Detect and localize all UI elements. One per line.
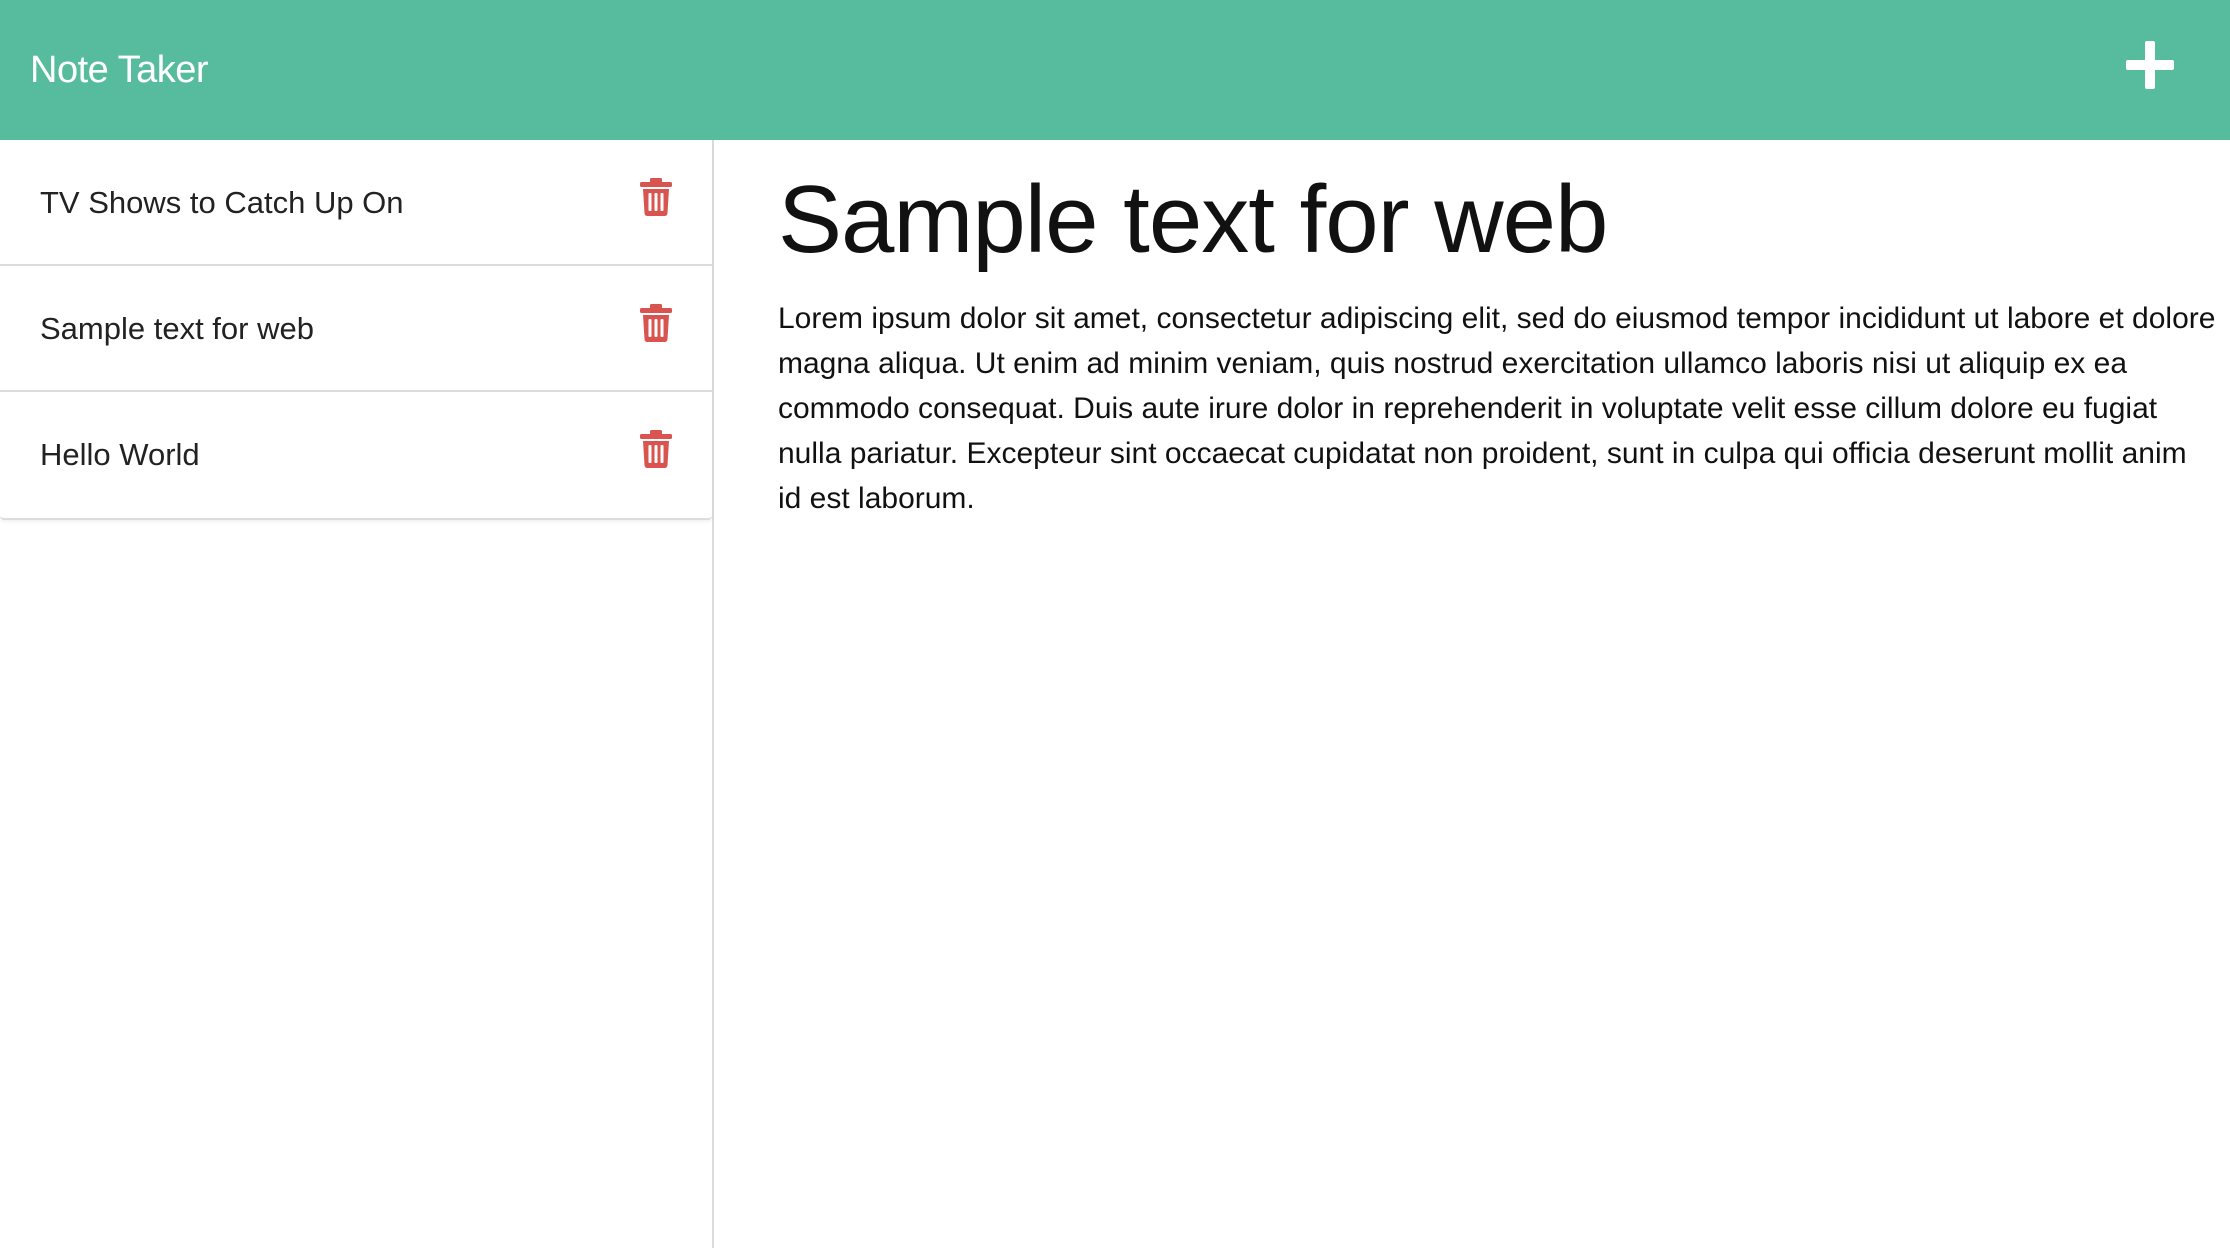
note-textarea[interactable]: Lorem ipsum dolor sit amet, consectetur … xyxy=(778,296,2218,521)
note-list-item[interactable]: TV Shows to Catch Up On xyxy=(0,140,712,266)
brand-title[interactable]: Note Taker xyxy=(30,0,209,140)
note-list-item[interactable]: Hello World xyxy=(0,392,712,518)
trash-icon[interactable] xyxy=(640,304,672,342)
note-list-item-title: TV Shows to Catch Up On xyxy=(40,185,404,220)
note-editor: Sample text for web Lorem ipsum dolor si… xyxy=(716,140,2230,1248)
trash-icon[interactable] xyxy=(640,178,672,216)
trash-icon[interactable] xyxy=(640,430,672,468)
note-list: TV Shows to Catch Up On Sample text for … xyxy=(0,140,712,520)
sidebar: TV Shows to Catch Up On Sample text for … xyxy=(0,140,714,1248)
note-list-item-title: Sample text for web xyxy=(40,311,314,346)
note-list-item[interactable]: Sample text for web xyxy=(0,266,712,392)
add-note-button[interactable] xyxy=(2126,41,2174,89)
navbar: Note Taker xyxy=(0,0,2230,140)
note-title[interactable]: Sample text for web xyxy=(778,160,1608,280)
note-list-item-title: Hello World xyxy=(40,437,200,472)
